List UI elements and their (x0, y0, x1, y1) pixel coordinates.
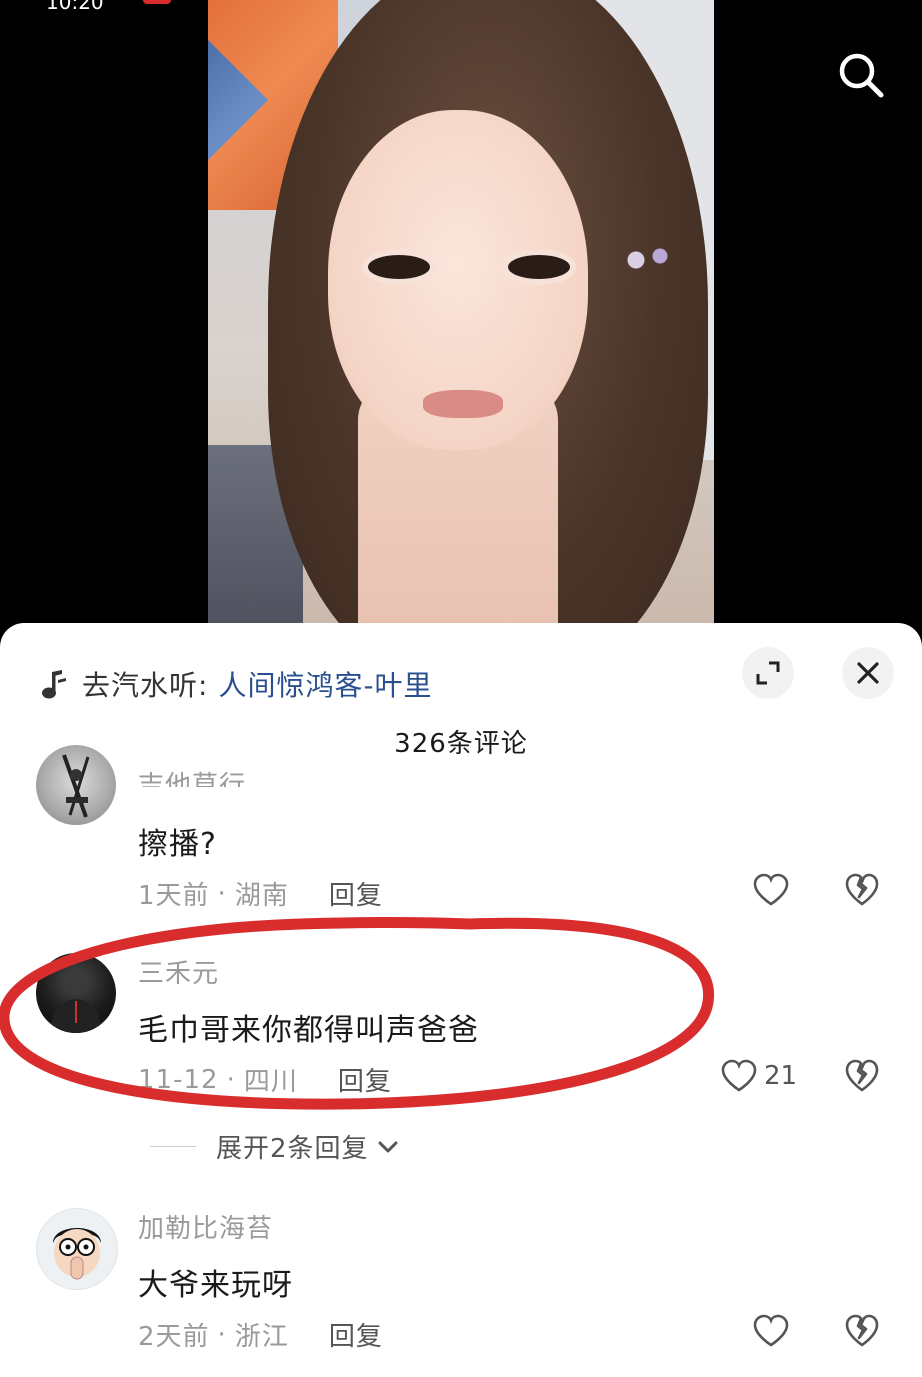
like-button[interactable] (752, 1314, 790, 1348)
avatar-image (50, 968, 102, 1033)
avatar-image (62, 754, 90, 818)
avatar[interactable] (36, 745, 116, 825)
avatar[interactable] (36, 953, 116, 1033)
dislike-button[interactable] (844, 1314, 880, 1352)
comment-username[interactable]: 吉他草行 (138, 765, 246, 787)
video-player[interactable]: 10:20 (0, 0, 922, 640)
comment-meta: 1天前 · 湖南 回复 (138, 875, 383, 912)
comment-item: 吉他草行 擦播? 1天前 · 湖南 回复 (0, 745, 922, 923)
hairpin (618, 240, 678, 280)
expand-button[interactable] (742, 647, 794, 699)
avatar-image (53, 1228, 101, 1280)
broken-heart-icon (845, 1059, 879, 1092)
expand-replies-button[interactable]: 展开2条回复 (150, 1128, 399, 1165)
comment-location: 四川 (243, 1067, 298, 1097)
reply-button[interactable]: 回复 (329, 1316, 383, 1353)
expand-icon (756, 661, 780, 685)
reply-button[interactable]: 回复 (338, 1061, 392, 1098)
person-lips (423, 390, 503, 418)
comment-username[interactable]: 三禾元 (138, 953, 219, 990)
comment-text: 毛巾哥来你都得叫声爸爸 (138, 1013, 479, 1048)
video-frame[interactable] (208, 0, 714, 640)
status-time: 10:20 (46, 0, 104, 14)
dislike-button[interactable] (844, 873, 880, 911)
dislike-button[interactable] (844, 1059, 880, 1097)
comment-count: 326条评论 (394, 729, 528, 759)
like-button[interactable]: 21 (720, 1059, 797, 1093)
comment-meta: 2天前 · 浙江 回复 (138, 1316, 383, 1353)
comment-sheet: 去汽水听: 人间惊鸿客-叶里 326条评论 吉他草行 擦播? 1天前 · 湖南 … (0, 623, 922, 1377)
comment-time: 11-12 (138, 1064, 219, 1095)
heart-icon (753, 1314, 789, 1347)
music-title[interactable]: 人间惊鸿客-叶里 (218, 664, 432, 704)
comment-time: 1天前 (138, 881, 210, 911)
reply-button[interactable]: 回复 (329, 875, 383, 912)
music-note-icon (42, 670, 66, 699)
person-eye-right (508, 255, 570, 279)
comment-meta: 11-12 · 四川 回复 (138, 1061, 392, 1098)
status-badge (143, 0, 171, 4)
broken-heart-icon (845, 1314, 879, 1347)
heart-icon (753, 873, 789, 906)
comment-text: 擦播? (138, 827, 217, 862)
music-link[interactable]: 去汽水听: 人间惊鸿客-叶里 (40, 661, 433, 707)
search-icon (839, 53, 884, 98)
heart-icon (721, 1059, 757, 1092)
avatar[interactable] (36, 1208, 118, 1290)
comment-text: 大爷来玩呀 (138, 1268, 293, 1303)
search-button[interactable] (834, 48, 888, 102)
comment-location: 浙江 (234, 1322, 289, 1352)
close-icon (857, 662, 879, 684)
expand-replies-label: 展开2条回复 (216, 1134, 369, 1164)
comment-time: 2天前 (138, 1322, 210, 1352)
close-button[interactable] (842, 647, 894, 699)
comment-location: 湖南 (234, 881, 289, 911)
expand-divider (150, 1146, 196, 1147)
like-count: 21 (764, 1061, 798, 1091)
like-button[interactable] (752, 873, 790, 907)
chevron-down-icon (378, 1141, 398, 1152)
broken-heart-icon (845, 873, 879, 906)
person-eye-left (368, 255, 430, 279)
comment-username[interactable]: 加勒比海苔 (138, 1208, 273, 1245)
music-prefix: 去汽水听: (82, 669, 209, 702)
